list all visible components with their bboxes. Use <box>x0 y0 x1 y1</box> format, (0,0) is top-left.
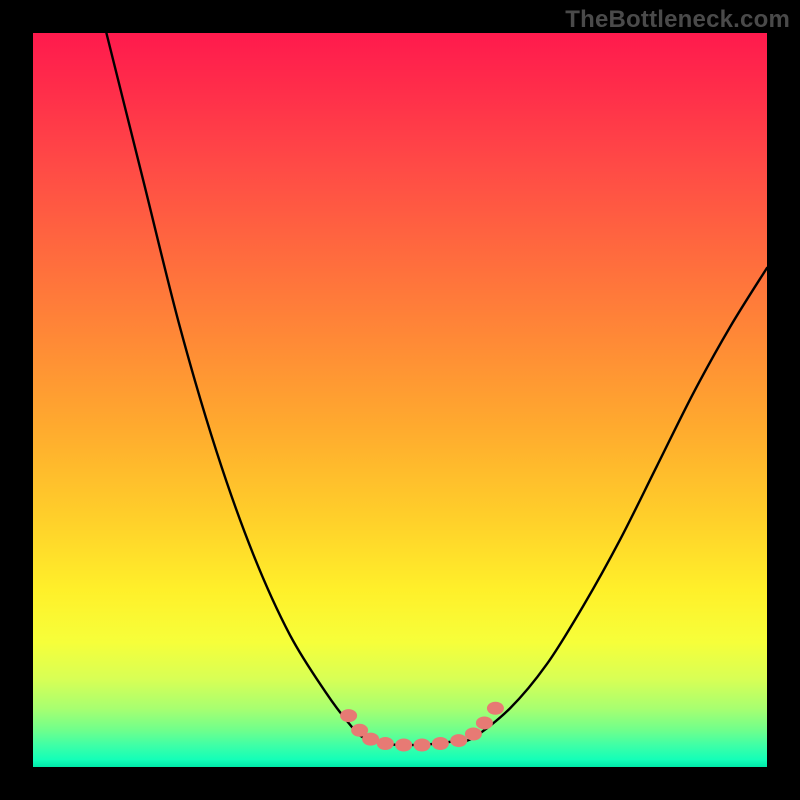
chart-svg <box>33 33 767 767</box>
marker-point <box>414 738 431 751</box>
curve-group <box>106 33 767 745</box>
marker-point <box>377 737 394 750</box>
marker-point <box>476 716 493 729</box>
plot-area <box>33 33 767 767</box>
bottleneck-curve <box>106 33 767 745</box>
marker-group <box>340 702 504 752</box>
marker-point <box>340 709 357 722</box>
marker-point <box>432 737 449 750</box>
marker-point <box>362 733 379 746</box>
marker-point <box>487 702 504 715</box>
chart-frame: TheBottleneck.com <box>0 0 800 800</box>
marker-point <box>395 738 412 751</box>
watermark-text: TheBottleneck.com <box>565 6 790 34</box>
marker-point <box>450 734 467 747</box>
marker-point <box>465 727 482 740</box>
